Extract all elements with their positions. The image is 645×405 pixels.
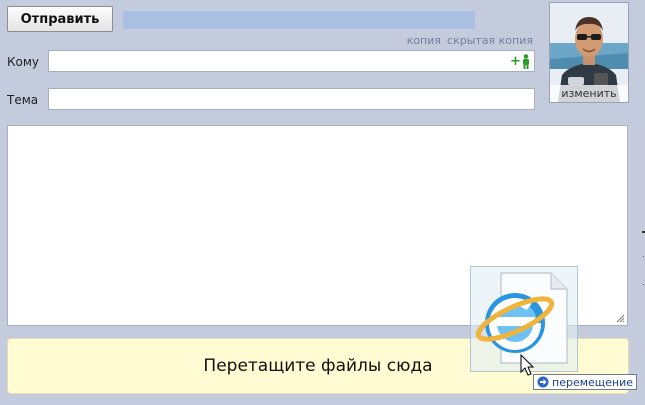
- resize-grip-icon[interactable]: [616, 314, 625, 323]
- add-contact-button[interactable]: +: [510, 53, 532, 69]
- move-tooltip-label: перемещение: [552, 375, 634, 389]
- person-icon: [522, 53, 529, 69]
- arrow-right-icon: [537, 376, 549, 388]
- move-tooltip: перемещение: [533, 374, 637, 390]
- avatar[interactable]: изменить: [549, 2, 629, 103]
- to-label: Кому: [7, 55, 40, 69]
- send-button[interactable]: Отправить: [7, 6, 113, 32]
- cc-link[interactable]: копия: [407, 34, 441, 47]
- bcc-link[interactable]: скрытая копия: [447, 34, 533, 47]
- status-bar: [123, 11, 475, 29]
- drop-zone-text: Перетащите файлы сюда: [203, 356, 433, 376]
- subject-field[interactable]: [48, 88, 535, 110]
- to-field[interactable]: [48, 50, 535, 72]
- cc-links: копия скрытая копия: [407, 34, 533, 47]
- mouse-cursor-icon: [520, 354, 534, 376]
- plus-icon: +: [510, 53, 521, 69]
- change-avatar-link[interactable]: изменить: [550, 85, 628, 102]
- edge-marks: [642, 231, 645, 285]
- subject-label: Тема: [7, 93, 39, 107]
